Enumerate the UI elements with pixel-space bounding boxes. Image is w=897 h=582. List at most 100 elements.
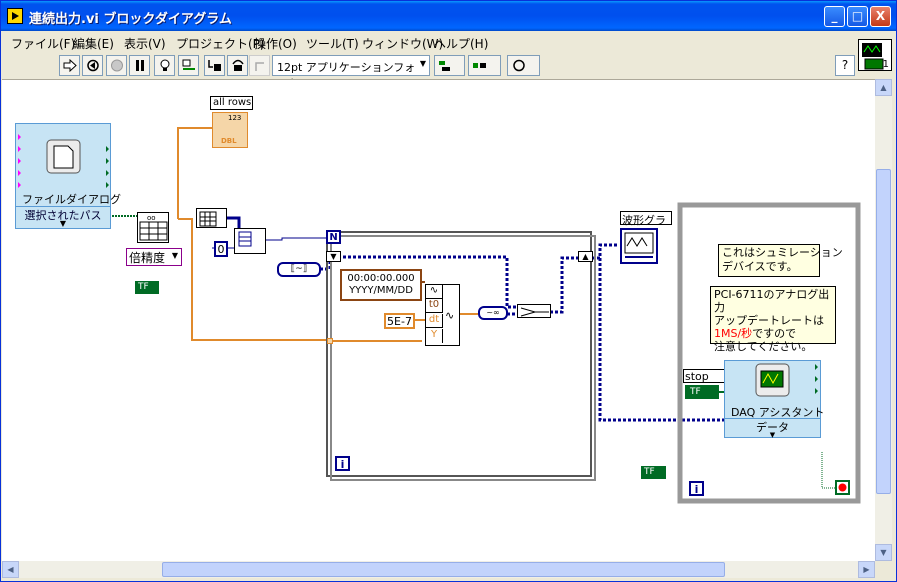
dt-terminal: dt: [426, 314, 443, 328]
run-continuously-icon: [87, 59, 99, 72]
note2-line1: PCI-6711のアナログ出力: [714, 288, 830, 314]
menu-window[interactable]: ウィンドウ(W): [362, 35, 443, 52]
probe-icon: [182, 59, 195, 70]
run-button[interactable]: [59, 55, 80, 76]
retain-wire-values-button[interactable]: [178, 55, 199, 76]
reorder-button[interactable]: [507, 55, 540, 76]
timestamp-constant[interactable]: 00:00:00.000 YYYY/MM/DD: [340, 269, 422, 301]
wave-out-icon: ∿: [445, 309, 455, 322]
stop-sign-icon: [111, 59, 123, 72]
horizontal-scrollbar[interactable]: ◀ ▶: [2, 561, 875, 578]
transpose-array-node[interactable]: [196, 208, 227, 228]
path-wire-to-all-rows: [177, 127, 214, 219]
double-selector-value: 倍精度: [129, 251, 166, 265]
loop-tunnel: [327, 338, 333, 344]
double-selector[interactable]: 倍精度 ▼: [126, 248, 182, 266]
t0-terminal: t0: [426, 299, 443, 313]
file-dialog-output[interactable]: 選択されたパス: [16, 206, 110, 222]
step-over-icon: [232, 59, 244, 71]
menu-operate[interactable]: 操作(O): [254, 35, 297, 52]
context-help-button[interactable]: ?: [835, 55, 855, 76]
align-objects-button[interactable]: [434, 55, 465, 76]
y-terminal: Y: [426, 329, 443, 343]
scroll-down-button[interactable]: ▼: [875, 544, 892, 561]
abort-button[interactable]: [106, 55, 127, 76]
size-wire: [265, 237, 327, 241]
index-array-icon: [238, 231, 252, 247]
maximize-button[interactable]: □: [847, 6, 868, 27]
wave-icon: ∿: [426, 285, 443, 299]
update-rate-note: PCI-6711のアナログ出力 アップデートレートは 1MS/秒ですので 注意し…: [710, 286, 836, 353]
tf-constant-2[interactable]: TF: [641, 466, 666, 479]
all-rows-num: 123: [228, 114, 242, 122]
menu-edit[interactable]: 編集(E): [73, 35, 114, 52]
read-spreadsheet-node[interactable]: oo: [137, 212, 169, 243]
stop-label: stop (F): [683, 369, 727, 396]
note2-line2: アップデートレートは: [714, 314, 824, 327]
toolbar: 12pt アプリケーションフォント ▼ ?: [2, 53, 857, 90]
waveform-icon: ~∞: [486, 308, 500, 317]
error-wire: [821, 452, 835, 489]
build-waveform-node[interactable]: ∿ t0 dt Y ∿: [425, 284, 460, 346]
connector-pane[interactable]: 1: [858, 39, 892, 71]
connector-count: 1: [882, 59, 889, 70]
graph-icon: [624, 232, 654, 258]
reorder-icon: [513, 59, 525, 72]
all-rows-type: DBL: [221, 137, 237, 145]
loop-condition-terminal[interactable]: [835, 480, 850, 495]
chevron-down-icon: ▼: [59, 219, 67, 228]
title-bar[interactable]: 連続出力.vi ブロックダイアグラム _ □ X: [1, 1, 896, 31]
menu-help[interactable]: ヘルプ(H): [434, 35, 488, 52]
index-array-node[interactable]: [234, 228, 266, 254]
simulation-note: これはシュミレーション デバイスです。: [718, 244, 843, 277]
step-out-button[interactable]: [249, 55, 270, 76]
scroll-left-button[interactable]: ◀: [2, 561, 19, 578]
minimize-button[interactable]: _: [824, 6, 845, 27]
step-into-button[interactable]: [204, 55, 225, 76]
pause-button[interactable]: [129, 55, 150, 76]
pause-icon: [136, 60, 144, 71]
select-node[interactable]: [517, 304, 551, 318]
waveform-graph-terminal[interactable]: [620, 228, 658, 264]
while-iteration-terminal: i: [689, 481, 704, 496]
waveform-constant[interactable]: ⟦~⟧: [277, 262, 321, 277]
chevron-down-icon: ▼: [171, 251, 178, 260]
vertical-scrollbar[interactable]: ▲ ▼: [875, 79, 892, 561]
distribute-icon: [473, 63, 486, 68]
dt-constant[interactable]: 5E-7: [384, 313, 415, 329]
close-button[interactable]: X: [870, 6, 891, 27]
loop-iteration-terminal: i: [335, 456, 350, 471]
all-rows-indicator[interactable]: 123 DBL: [212, 112, 248, 148]
waveform-icon: ⟦~⟧: [290, 264, 308, 274]
stop-terminal[interactable]: TF: [685, 385, 719, 399]
step-over-button[interactable]: [227, 55, 248, 76]
scroll-up-button[interactable]: ▲: [875, 79, 892, 96]
all-rows-label: all rows: [210, 96, 253, 110]
menu-file[interactable]: ファイル(F): [11, 35, 75, 52]
shift-register-left[interactable]: ▼: [326, 251, 341, 262]
menu-project[interactable]: プロジェクト(P): [176, 35, 265, 52]
loop-count-terminal[interactable]: N: [326, 230, 341, 244]
waveform-wire-out: [550, 256, 582, 314]
waveform-node[interactable]: ~∞: [478, 306, 508, 320]
file-dialog-label: ファイルダイアログ: [22, 193, 121, 206]
horizontal-scroll-thumb[interactable]: [162, 562, 725, 577]
daq-assistant-node[interactable]: DAQ アシスタント データ ▼: [724, 360, 824, 439]
highlight-execution-button[interactable]: [154, 55, 175, 76]
scroll-right-button[interactable]: ▶: [858, 561, 875, 578]
font-selector[interactable]: 12pt アプリケーションフォント ▼: [272, 55, 430, 90]
note2-line4: 注意してください。: [714, 340, 813, 353]
menu-tools[interactable]: ツール(T): [306, 35, 359, 52]
zero-constant[interactable]: 0: [214, 241, 228, 257]
run-continuously-button[interactable]: [82, 55, 103, 76]
step-out-icon: [255, 62, 264, 71]
menu-view[interactable]: 表示(V): [124, 35, 166, 52]
spreadsheet-icon: oo: [139, 214, 168, 241]
tf-constant-1[interactable]: TF: [135, 281, 159, 294]
block-diagram-canvas[interactable]: ファイルダイアログ 選択されたパス ▼ oo all rows 123 DBL …: [2, 79, 875, 561]
shift-register-right[interactable]: ▲: [578, 251, 593, 262]
distribute-objects-button[interactable]: [468, 55, 501, 76]
vertical-scroll-thumb[interactable]: [876, 169, 891, 494]
vi-icon: [7, 8, 23, 24]
file-dialog-node[interactable]: ファイルダイアログ 選択されたパス ▼: [15, 123, 121, 229]
